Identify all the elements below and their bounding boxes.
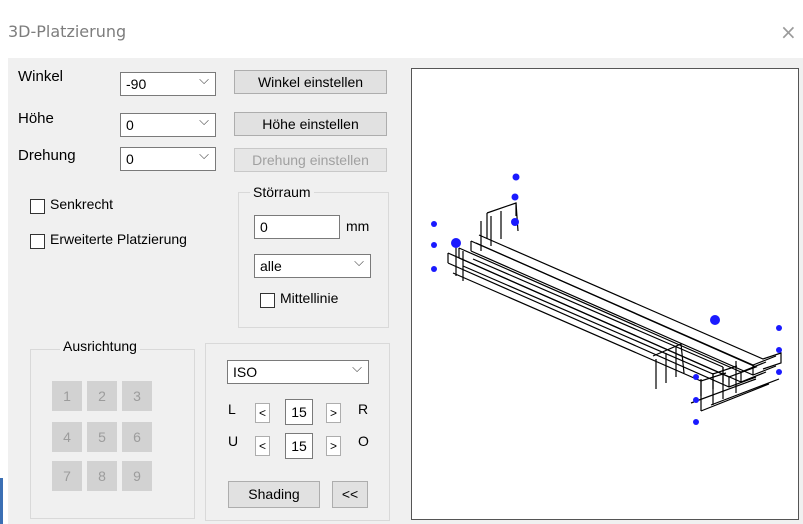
erweiterte-platzierung-checkbox[interactable] <box>30 234 45 249</box>
shading-button[interactable]: Shading <box>228 481 320 508</box>
mittellinie-checkbox[interactable] <box>260 293 275 308</box>
window-title: 3D-Platzierung <box>8 22 127 41</box>
hoehe-label: Höhe <box>18 110 54 127</box>
u-decrement-button[interactable]: < <box>255 436 270 456</box>
3d-rail-model <box>431 173 782 425</box>
ausrichtung-button-9[interactable]: 9 <box>122 461 152 491</box>
ausrichtung-button-7[interactable]: 7 <box>52 461 82 491</box>
u-value-field[interactable]: 15 <box>285 433 313 459</box>
r-label: R <box>358 401 369 417</box>
rail-geometry <box>447 202 782 412</box>
handle-point[interactable] <box>693 419 699 425</box>
window-edge <box>0 478 3 524</box>
l-decrement-button[interactable]: < <box>255 403 270 423</box>
winkel-combo[interactable]: -90 ⌵ <box>120 72 216 96</box>
hoehe-combo[interactable]: 0 ⌵ <box>120 113 216 137</box>
handle-point[interactable] <box>431 221 437 227</box>
u-label: U <box>228 433 239 449</box>
handle-point[interactable] <box>431 242 437 248</box>
stoerraum-select-value: alle <box>260 258 282 274</box>
handle-point[interactable] <box>776 347 782 353</box>
ausrichtung-button-3[interactable]: 3 <box>122 381 152 411</box>
handle-point[interactable] <box>431 266 437 272</box>
chevron-down-icon: ⌵ <box>352 361 362 376</box>
ausrichtung-button-1[interactable]: 1 <box>52 381 82 411</box>
stoerraum-unit: mm <box>346 218 370 234</box>
stoerraum-select[interactable]: alle ⌵ <box>254 254 371 278</box>
handle-point[interactable] <box>693 374 699 380</box>
erweiterte-platzierung-label: Erweiterte Platzierung <box>50 231 187 247</box>
ausrichtung-button-8[interactable]: 8 <box>87 461 117 491</box>
winkel-value: -90 <box>126 76 147 92</box>
drehung-einstellen-button[interactable]: Drehung einstellen <box>234 148 387 172</box>
l-value-field[interactable]: 15 <box>285 399 313 425</box>
stoerraum-input[interactable]: 0 <box>254 215 340 239</box>
drehung-label: Drehung <box>18 147 76 164</box>
chevron-down-icon: ⌵ <box>199 73 209 88</box>
view-mode-select[interactable]: ISO ⌵ <box>227 360 369 384</box>
chevron-down-icon: ⌵ <box>199 114 209 129</box>
handle-point[interactable] <box>511 193 519 201</box>
mittellinie-label: Mittellinie <box>280 290 339 306</box>
chevron-down-icon: ⌵ <box>199 148 209 163</box>
stoerraum-title: Störraum <box>250 184 314 200</box>
l-label: L <box>228 401 236 417</box>
3d-preview-viewport[interactable] <box>411 68 799 520</box>
ausrichtung-button-5[interactable]: 5 <box>87 422 117 452</box>
handle-point[interactable] <box>512 173 520 181</box>
close-icon[interactable]: × <box>780 20 797 44</box>
handle-point[interactable] <box>776 325 782 331</box>
ausrichtung-button-6[interactable]: 6 <box>122 422 152 452</box>
title-bar: 3D-Platzierung × <box>0 0 803 58</box>
drehung-combo[interactable]: 0 ⌵ <box>120 147 216 171</box>
drehung-value: 0 <box>126 151 134 167</box>
o-increment-button[interactable]: > <box>326 436 341 456</box>
handle-point[interactable] <box>776 369 782 375</box>
hoehe-value: 0 <box>126 117 134 133</box>
senkrecht-label: Senkrecht <box>50 196 114 212</box>
handle-point[interactable] <box>693 397 699 403</box>
winkel-label: Winkel <box>18 68 64 85</box>
view-mode-value: ISO <box>233 364 258 380</box>
ausrichtung-button-2[interactable]: 2 <box>87 381 117 411</box>
chevron-down-icon: ⌵ <box>354 255 364 270</box>
handle-point[interactable] <box>451 238 461 248</box>
handle-point[interactable] <box>511 218 519 226</box>
o-label: O <box>358 433 369 449</box>
senkrecht-checkbox[interactable] <box>30 199 45 214</box>
r-increment-button[interactable]: > <box>326 403 341 423</box>
handle-point[interactable] <box>710 315 720 325</box>
ausrichtung-title: Ausrichtung <box>60 338 140 354</box>
winkel-einstellen-button[interactable]: Winkel einstellen <box>234 70 387 94</box>
ausrichtung-button-4[interactable]: 4 <box>52 422 82 452</box>
hoehe-einstellen-button[interactable]: Höhe einstellen <box>234 112 387 136</box>
collapse-button[interactable]: << <box>332 481 368 508</box>
